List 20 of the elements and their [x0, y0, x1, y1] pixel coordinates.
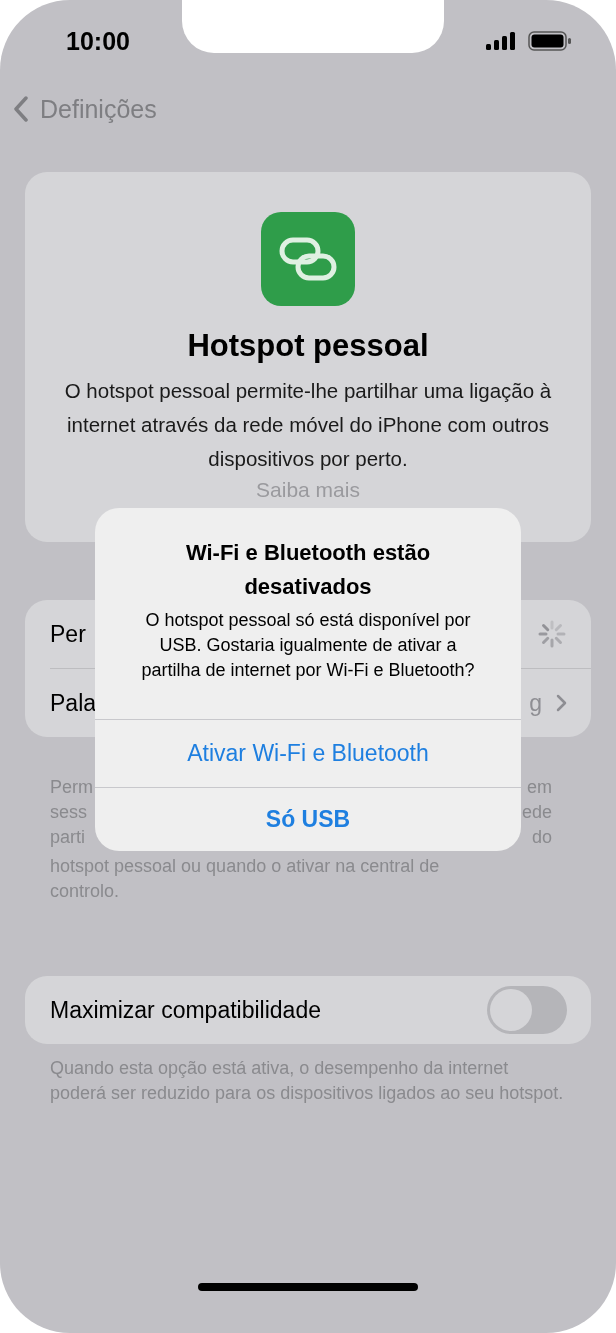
row-label: Maximizar compatibilidade [50, 996, 321, 1024]
spinner-icon [537, 619, 567, 649]
link-icon [261, 212, 355, 306]
alert-title: Wi-Fi e Bluetooth estão desativados [184, 539, 432, 601]
row-value: g [529, 689, 542, 717]
row-label: Per [50, 620, 86, 648]
alert-button[interactable]: Só USB [95, 787, 521, 851]
alert-button[interactable]: Ativar Wi-Fi e Bluetooth [95, 719, 521, 787]
row-label: Pala [50, 689, 97, 717]
status-time: 10:00 [66, 26, 130, 56]
alert-message: O hotspot pessoal só está disponível por USB. Gostaria igualmente de ativar a partilha de internet por Wi-Fi e Bluetooth? [140, 609, 476, 682]
page-title: Hotspot pessoal [187, 328, 429, 364]
signal-icon [486, 32, 518, 50]
description-text: O hotspot pessoal permite-lhe partilhar uma ligação à internet através da rede móvel do iPhone com outros dispositivos por perto. [63, 378, 553, 472]
battery-icon [528, 31, 572, 51]
chevron-icon [556, 694, 567, 712]
back-button[interactable]: Definições [14, 94, 157, 124]
learn-more-link[interactable]: Saiba mais [256, 478, 360, 502]
toggle-switch[interactable] [487, 986, 567, 1034]
back-chevron-icon [14, 96, 28, 122]
